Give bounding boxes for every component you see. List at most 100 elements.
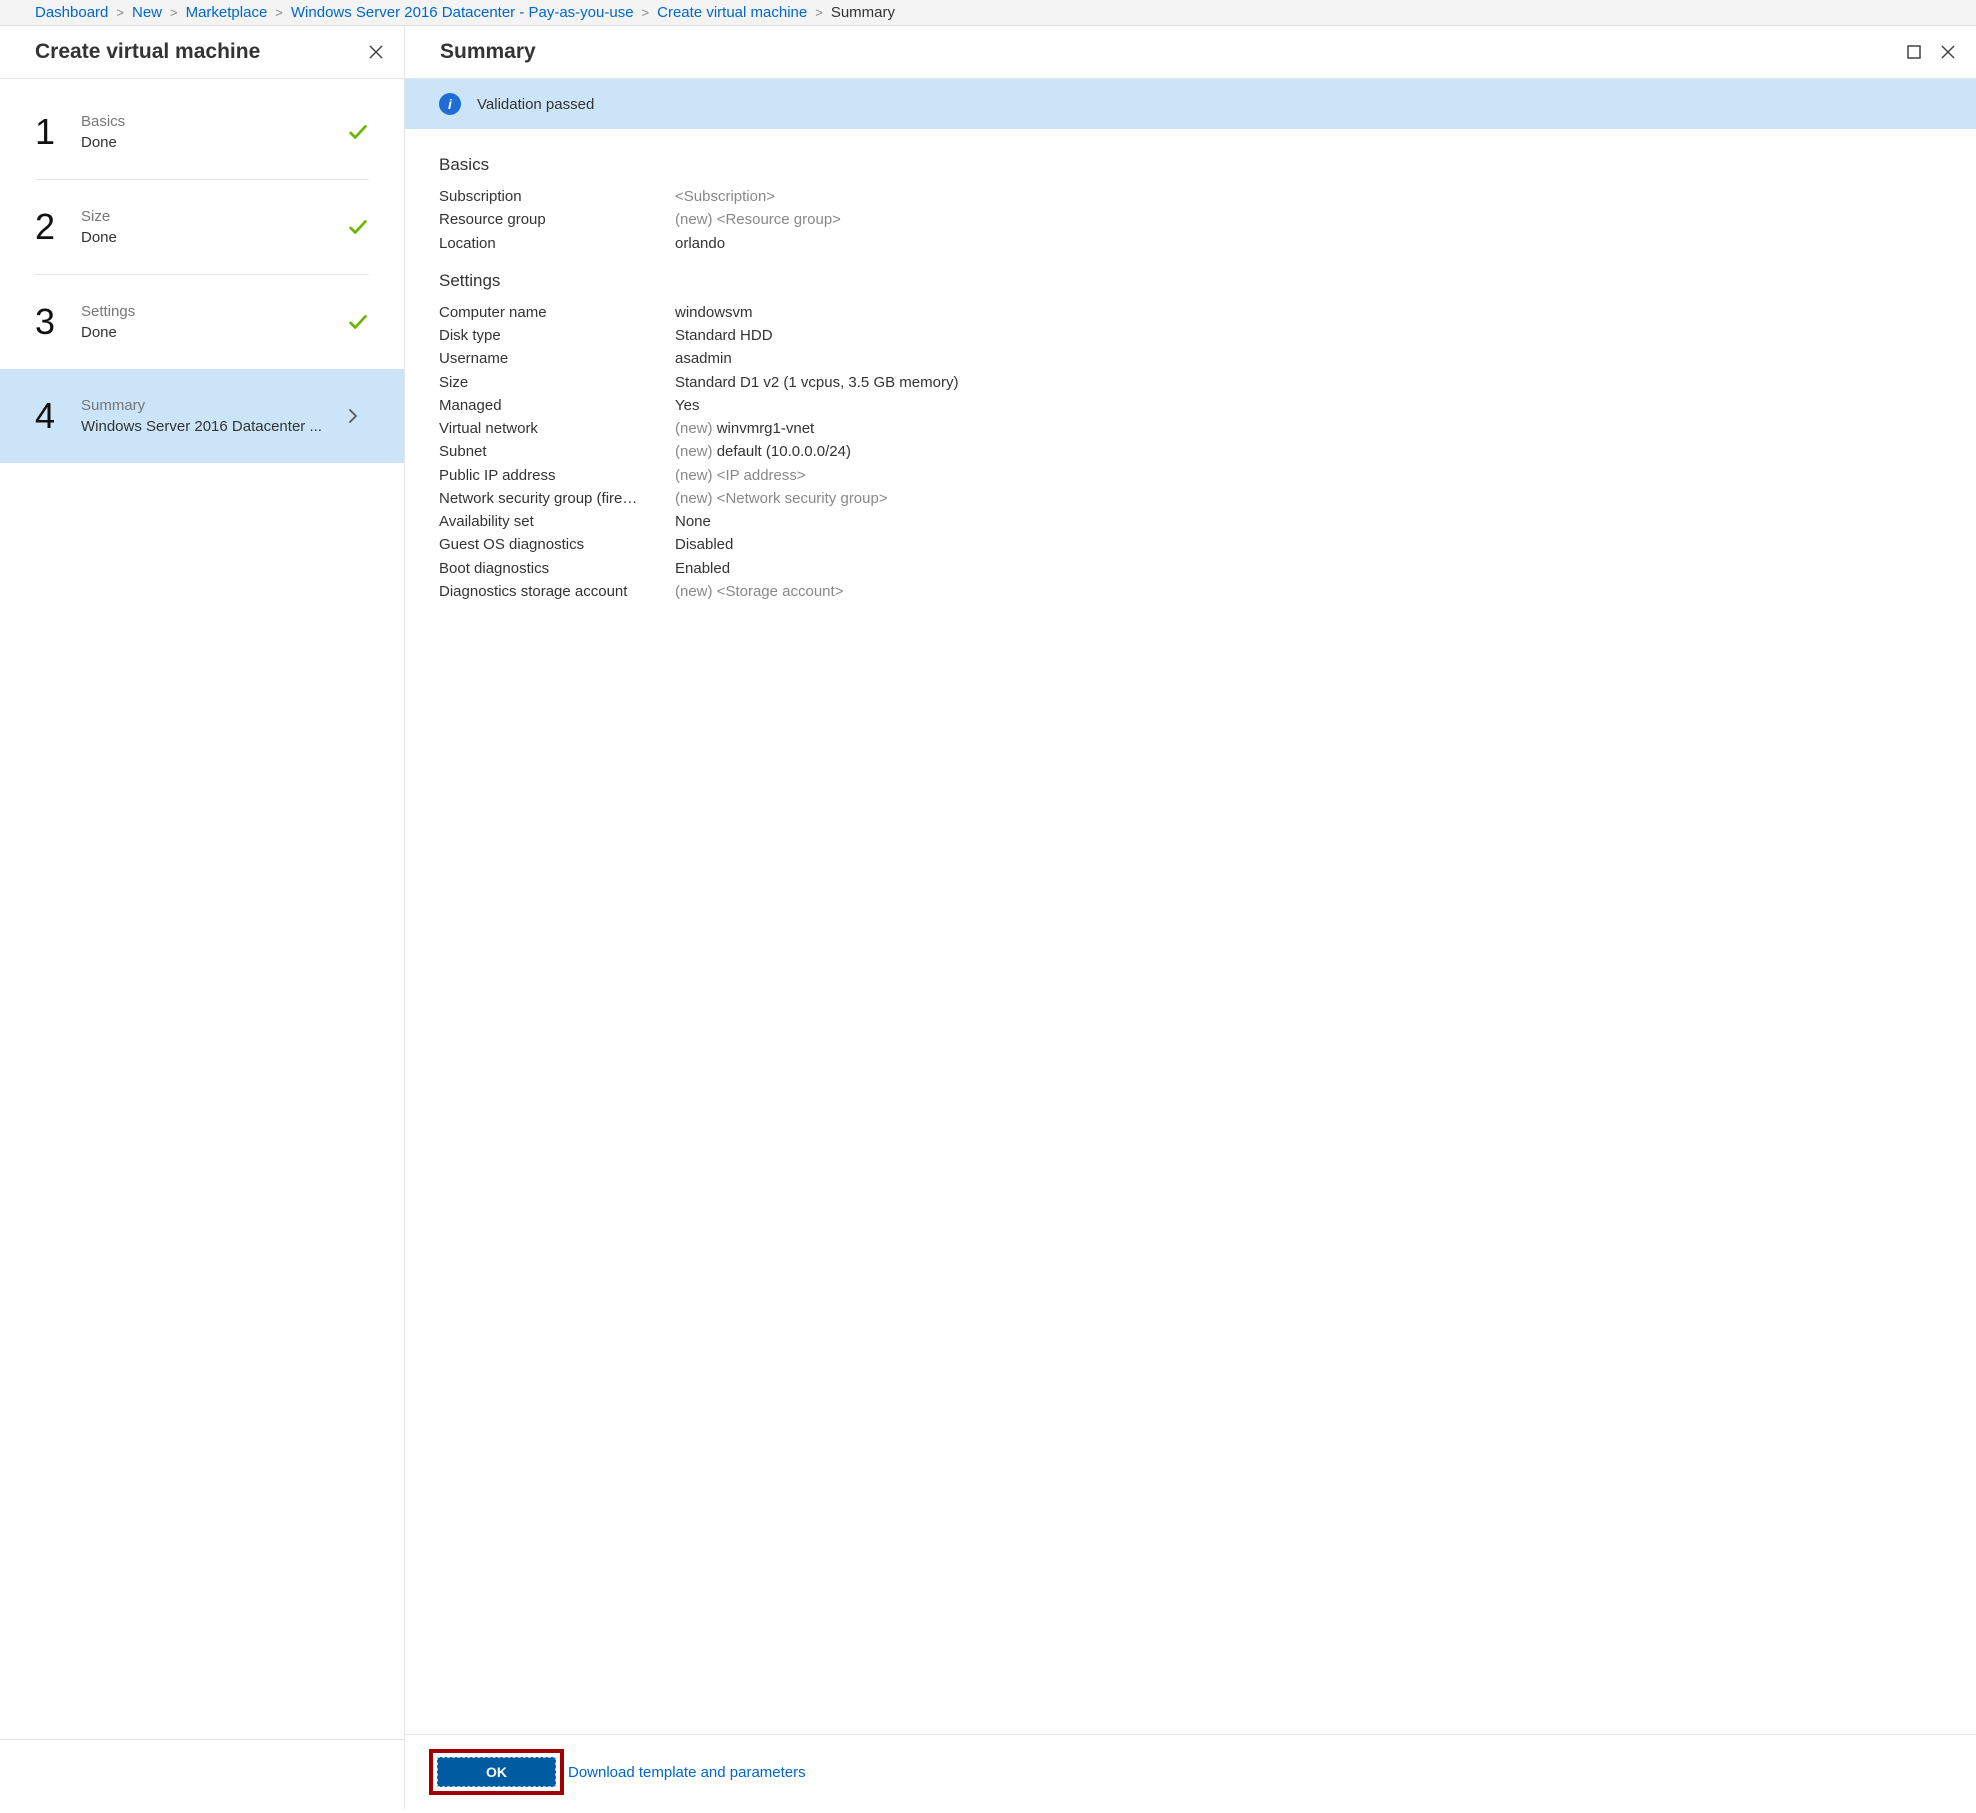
property-key: Username xyxy=(439,347,675,370)
property-value-text: <Subscription> xyxy=(675,188,775,205)
property-row: Availability setNone xyxy=(439,510,1942,533)
property-value-text: Yes xyxy=(675,397,699,414)
ok-button[interactable]: OK xyxy=(437,1757,556,1787)
property-value: <Subscription> xyxy=(675,185,775,208)
property-row: Network security group (fire…(new) <Netw… xyxy=(439,487,1942,510)
property-value: (new) <Network security group> xyxy=(675,487,888,510)
wizard-pane: Create virtual machine 1BasicsDone2SizeD… xyxy=(0,26,405,1809)
property-row: Diagnostics storage account(new) <Storag… xyxy=(439,580,1942,603)
property-value-text: <Resource group> xyxy=(717,211,841,228)
chevron-right-icon: > xyxy=(642,5,650,20)
property-value: orlando xyxy=(675,232,725,255)
new-prefix: (new) xyxy=(675,490,717,507)
step-text: Basics Done xyxy=(81,113,347,151)
property-row: Boot diagnosticsEnabled xyxy=(439,557,1942,580)
maximize-icon[interactable] xyxy=(1906,44,1922,60)
breadcrumb: Dashboard > New > Marketplace > Windows Server… xyxy=(0,0,1976,26)
property-value-text: <Network security group> xyxy=(717,490,888,507)
wizard-step[interactable]: 2SizeDone xyxy=(35,179,369,274)
property-key: Public IP address xyxy=(439,464,675,487)
property-value: (new) <Resource group> xyxy=(675,208,841,231)
breadcrumb-item[interactable]: Marketplace xyxy=(186,4,268,21)
wizard-steps: 1BasicsDone2SizeDone3SettingsDone4Summar… xyxy=(0,85,404,463)
chevron-right-icon: > xyxy=(116,5,124,20)
check-icon xyxy=(347,121,369,143)
property-value: windowsvm xyxy=(675,301,753,324)
property-row: Usernameasadmin xyxy=(439,347,1942,370)
property-row: Subscription<Subscription> xyxy=(439,185,1942,208)
chevron-right-icon: > xyxy=(275,5,283,20)
step-status: Windows Server 2016 Datacenter ... xyxy=(81,418,345,435)
wizard-step[interactable]: 3Settings Done xyxy=(35,274,369,369)
property-value: (new) <Storage account> xyxy=(675,580,843,603)
info-icon: i xyxy=(439,93,461,115)
property-row: Disk typeStandard HDD xyxy=(439,324,1942,347)
download-template-link[interactable]: Download template and parameters xyxy=(568,1764,806,1781)
property-value-text: Disabled xyxy=(675,536,733,553)
new-prefix: (new) xyxy=(675,211,717,228)
property-row: ManagedYes xyxy=(439,394,1942,417)
chevron-right-icon xyxy=(345,408,361,424)
section-heading: Settings xyxy=(439,271,1942,291)
property-key: Guest OS diagnostics xyxy=(439,533,675,556)
summary-body: BasicsSubscription<Subscription>Resource… xyxy=(405,129,1976,1734)
property-value-text: default (10.0.0.0/24) xyxy=(717,443,851,460)
property-value-text: None xyxy=(675,513,711,530)
close-icon[interactable] xyxy=(368,44,384,60)
chevron-right-icon: > xyxy=(170,5,178,20)
property-value: (new) winvmrg1-vnet xyxy=(675,417,814,440)
property-value: Standard HDD xyxy=(675,324,773,347)
step-text: SummaryWindows Server 2016 Datacenter ..… xyxy=(81,397,345,435)
property-value-text: <Storage account> xyxy=(717,583,844,600)
step-label: Size xyxy=(81,208,347,225)
property-value: Disabled xyxy=(675,533,733,556)
property-row: Locationorlando xyxy=(439,232,1942,255)
chevron-right-icon: > xyxy=(815,5,823,20)
close-icon[interactable] xyxy=(1940,44,1956,60)
property-value: Yes xyxy=(675,394,699,417)
property-key: Availability set xyxy=(439,510,675,533)
check-icon xyxy=(347,216,369,238)
property-value: (new) default (10.0.0.0/24) xyxy=(675,440,851,463)
property-key: Diagnostics storage account xyxy=(439,580,675,603)
step-status: Done xyxy=(81,229,347,246)
step-label: Settings xyxy=(81,303,347,320)
property-key: Subnet xyxy=(439,440,675,463)
wizard-step[interactable]: 4SummaryWindows Server 2016 Datacenter .… xyxy=(0,369,404,463)
property-row: Public IP address(new) <IP address> xyxy=(439,464,1942,487)
property-value: Enabled xyxy=(675,557,730,580)
step-status: Done xyxy=(81,134,347,151)
step-label: Basics xyxy=(81,113,347,130)
property-key: Location xyxy=(439,232,675,255)
wizard-title: Create virtual machine xyxy=(35,40,260,64)
property-key: Subscription xyxy=(439,185,675,208)
breadcrumb-item[interactable]: Dashboard xyxy=(35,4,108,21)
check-icon xyxy=(347,311,369,333)
step-number: 1 xyxy=(35,111,81,153)
property-key: Resource group xyxy=(439,208,675,231)
property-key: Disk type xyxy=(439,324,675,347)
property-row: Computer namewindowsvm xyxy=(439,301,1942,324)
breadcrumb-item[interactable]: Create virtual machine xyxy=(657,4,807,21)
step-number: 3 xyxy=(35,301,81,343)
property-value-text: <IP address> xyxy=(717,467,806,484)
property-value: None xyxy=(675,510,711,533)
property-key: Computer name xyxy=(439,301,675,324)
property-key: Managed xyxy=(439,394,675,417)
property-key: Boot diagnostics xyxy=(439,557,675,580)
property-value: (new) <IP address> xyxy=(675,464,806,487)
step-text: Settings Done xyxy=(81,303,347,341)
step-status: Done xyxy=(81,324,347,341)
breadcrumb-item[interactable]: Windows Server 2016 Datacenter - Pay-as-… xyxy=(291,4,634,21)
property-value-text: winvmrg1-vnet xyxy=(717,420,815,437)
property-value-text: Enabled xyxy=(675,560,730,577)
property-value-text: orlando xyxy=(675,235,725,252)
validation-banner: i Validation passed xyxy=(405,79,1976,129)
breadcrumb-item[interactable]: New xyxy=(132,4,162,21)
wizard-header: Create virtual machine xyxy=(0,26,404,79)
summary-title: Summary xyxy=(440,40,536,64)
summary-header: Summary xyxy=(405,26,1976,79)
property-value-text: Standard D1 v2 (1 vcpus, 3.5 GB memory) xyxy=(675,374,958,391)
property-row: SizeStandard D1 v2 (1 vcpus, 3.5 GB memo… xyxy=(439,371,1942,394)
wizard-step[interactable]: 1Basics Done xyxy=(35,85,369,179)
